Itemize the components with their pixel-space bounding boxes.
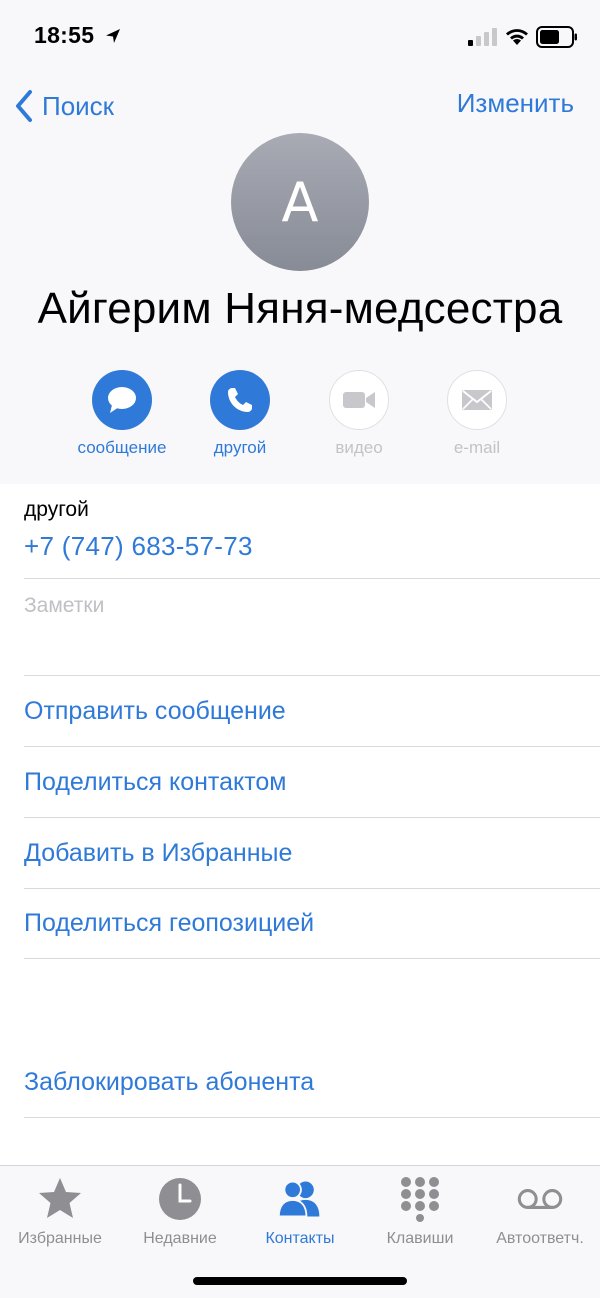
avatar-initial: А — [281, 170, 319, 234]
tab-keypad[interactable]: Клавиши — [360, 1176, 480, 1248]
divider — [24, 817, 600, 818]
divider — [24, 958, 600, 959]
video-action-button[interactable]: видео — [304, 370, 414, 458]
tab-keypad-label: Клавиши — [386, 1230, 454, 1247]
call-action-button[interactable]: другой — [185, 370, 295, 458]
divider — [24, 1117, 600, 1118]
message-action-button[interactable]: сообщение — [67, 370, 177, 458]
tab-recents-label: Недавние — [143, 1230, 217, 1247]
email-action-button[interactable]: e-mail — [422, 370, 532, 458]
voicemail-icon — [517, 1189, 563, 1209]
block-caller-link[interactable]: Заблокировать абонента — [24, 1068, 314, 1097]
tab-favorites-label: Избранные — [18, 1230, 102, 1247]
back-button-label: Поиск — [42, 90, 115, 121]
home-indicator[interactable] — [193, 1277, 407, 1285]
notes-field[interactable]: Заметки — [24, 594, 104, 618]
tab-voicemail-label: Автоответч. — [496, 1230, 584, 1247]
status-bar: 18:55 — [0, 0, 600, 74]
keypad-icon — [401, 1177, 439, 1222]
tab-contacts-label: Контакты — [265, 1230, 335, 1247]
quick-actions: сообщение другой видео e-mail — [0, 370, 600, 470]
message-icon — [108, 387, 136, 413]
divider — [24, 746, 600, 747]
divider — [24, 578, 600, 579]
divider — [24, 675, 600, 676]
send-message-link[interactable]: Отправить сообщение — [24, 697, 286, 726]
status-time: 18:55 — [34, 22, 95, 48]
phone-number-link[interactable]: +7 (747) 683-57-73 — [24, 531, 253, 562]
contacts-icon — [277, 1180, 320, 1218]
edit-button[interactable]: Изменить — [457, 88, 574, 119]
avatar: А — [231, 133, 369, 271]
location-arrow-icon — [106, 29, 120, 43]
tab-recents[interactable]: Недавние — [120, 1176, 240, 1248]
message-action-label: сообщение — [77, 438, 167, 457]
video-icon — [343, 392, 375, 408]
email-action-label: e-mail — [453, 438, 501, 457]
chevron-left-icon — [16, 90, 32, 122]
divider — [24, 888, 600, 889]
battery-icon — [536, 26, 577, 48]
add-to-favorites-link[interactable]: Добавить в Избранные — [24, 839, 292, 868]
phone-type-label: другой — [24, 498, 89, 521]
tab-contacts[interactable]: Контакты — [240, 1176, 360, 1248]
video-action-label: видео — [335, 438, 383, 457]
back-button[interactable]: Поиск — [12, 86, 114, 126]
wifi-icon — [506, 29, 528, 45]
call-action-label: другой — [213, 438, 267, 457]
tab-favorites[interactable]: Избранные — [0, 1176, 120, 1248]
cellular-signal-icon — [468, 28, 497, 46]
tab-voicemail[interactable]: Автоответч. — [480, 1176, 600, 1248]
share-contact-link[interactable]: Поделиться контактом — [24, 768, 286, 797]
phone-icon — [228, 388, 252, 412]
share-location-link[interactable]: Поделиться геопозицией — [24, 909, 314, 938]
star-icon — [39, 1178, 81, 1218]
mail-icon — [462, 390, 492, 410]
contact-name: Айгерим Няня-медсестра — [37, 284, 563, 333]
clock-icon — [159, 1178, 201, 1220]
